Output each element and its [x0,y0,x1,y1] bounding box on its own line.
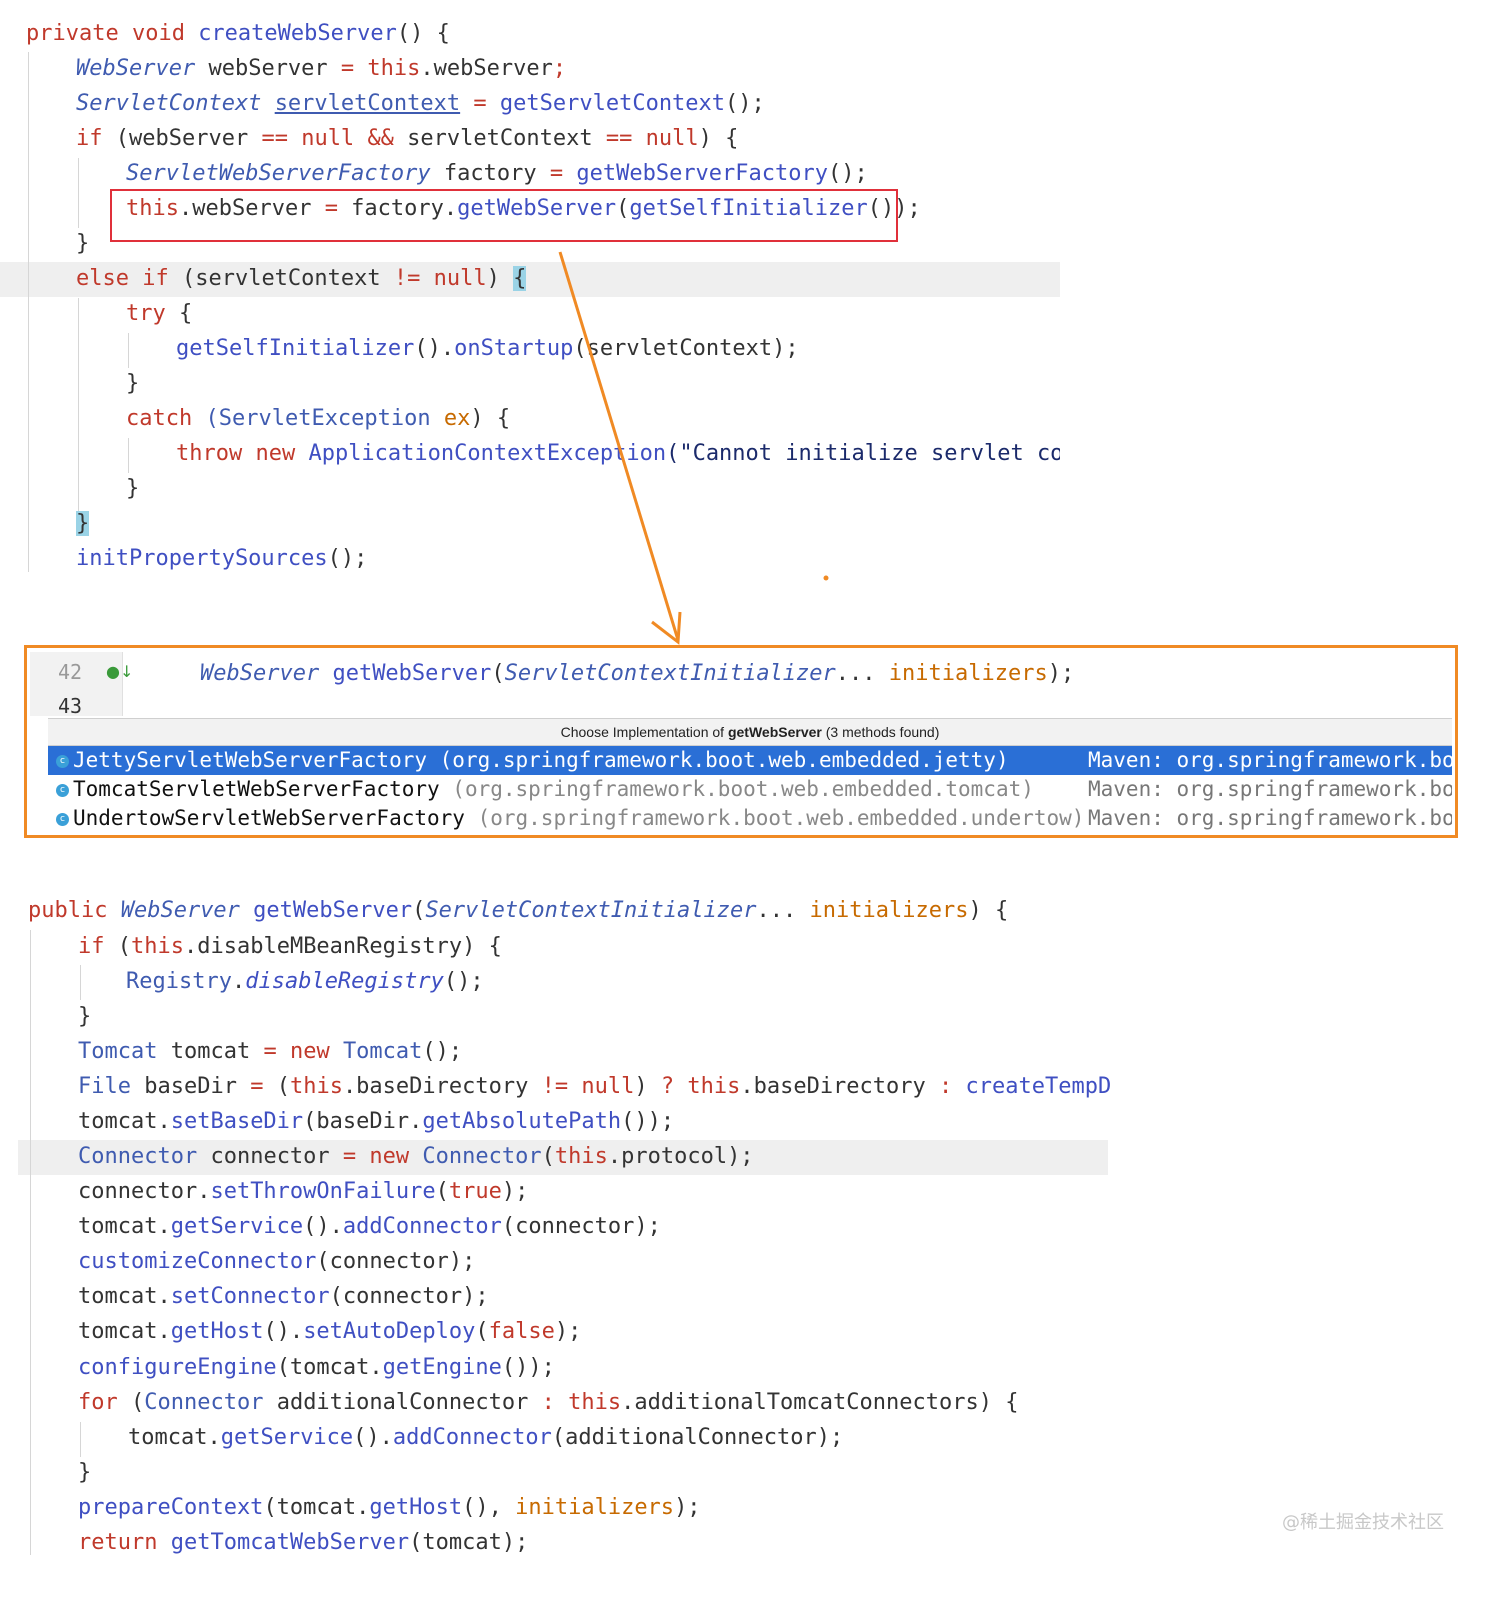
orange-arrow [558,251,829,645]
watermark: @稀土掘金技术社区 [1282,1512,1444,1533]
